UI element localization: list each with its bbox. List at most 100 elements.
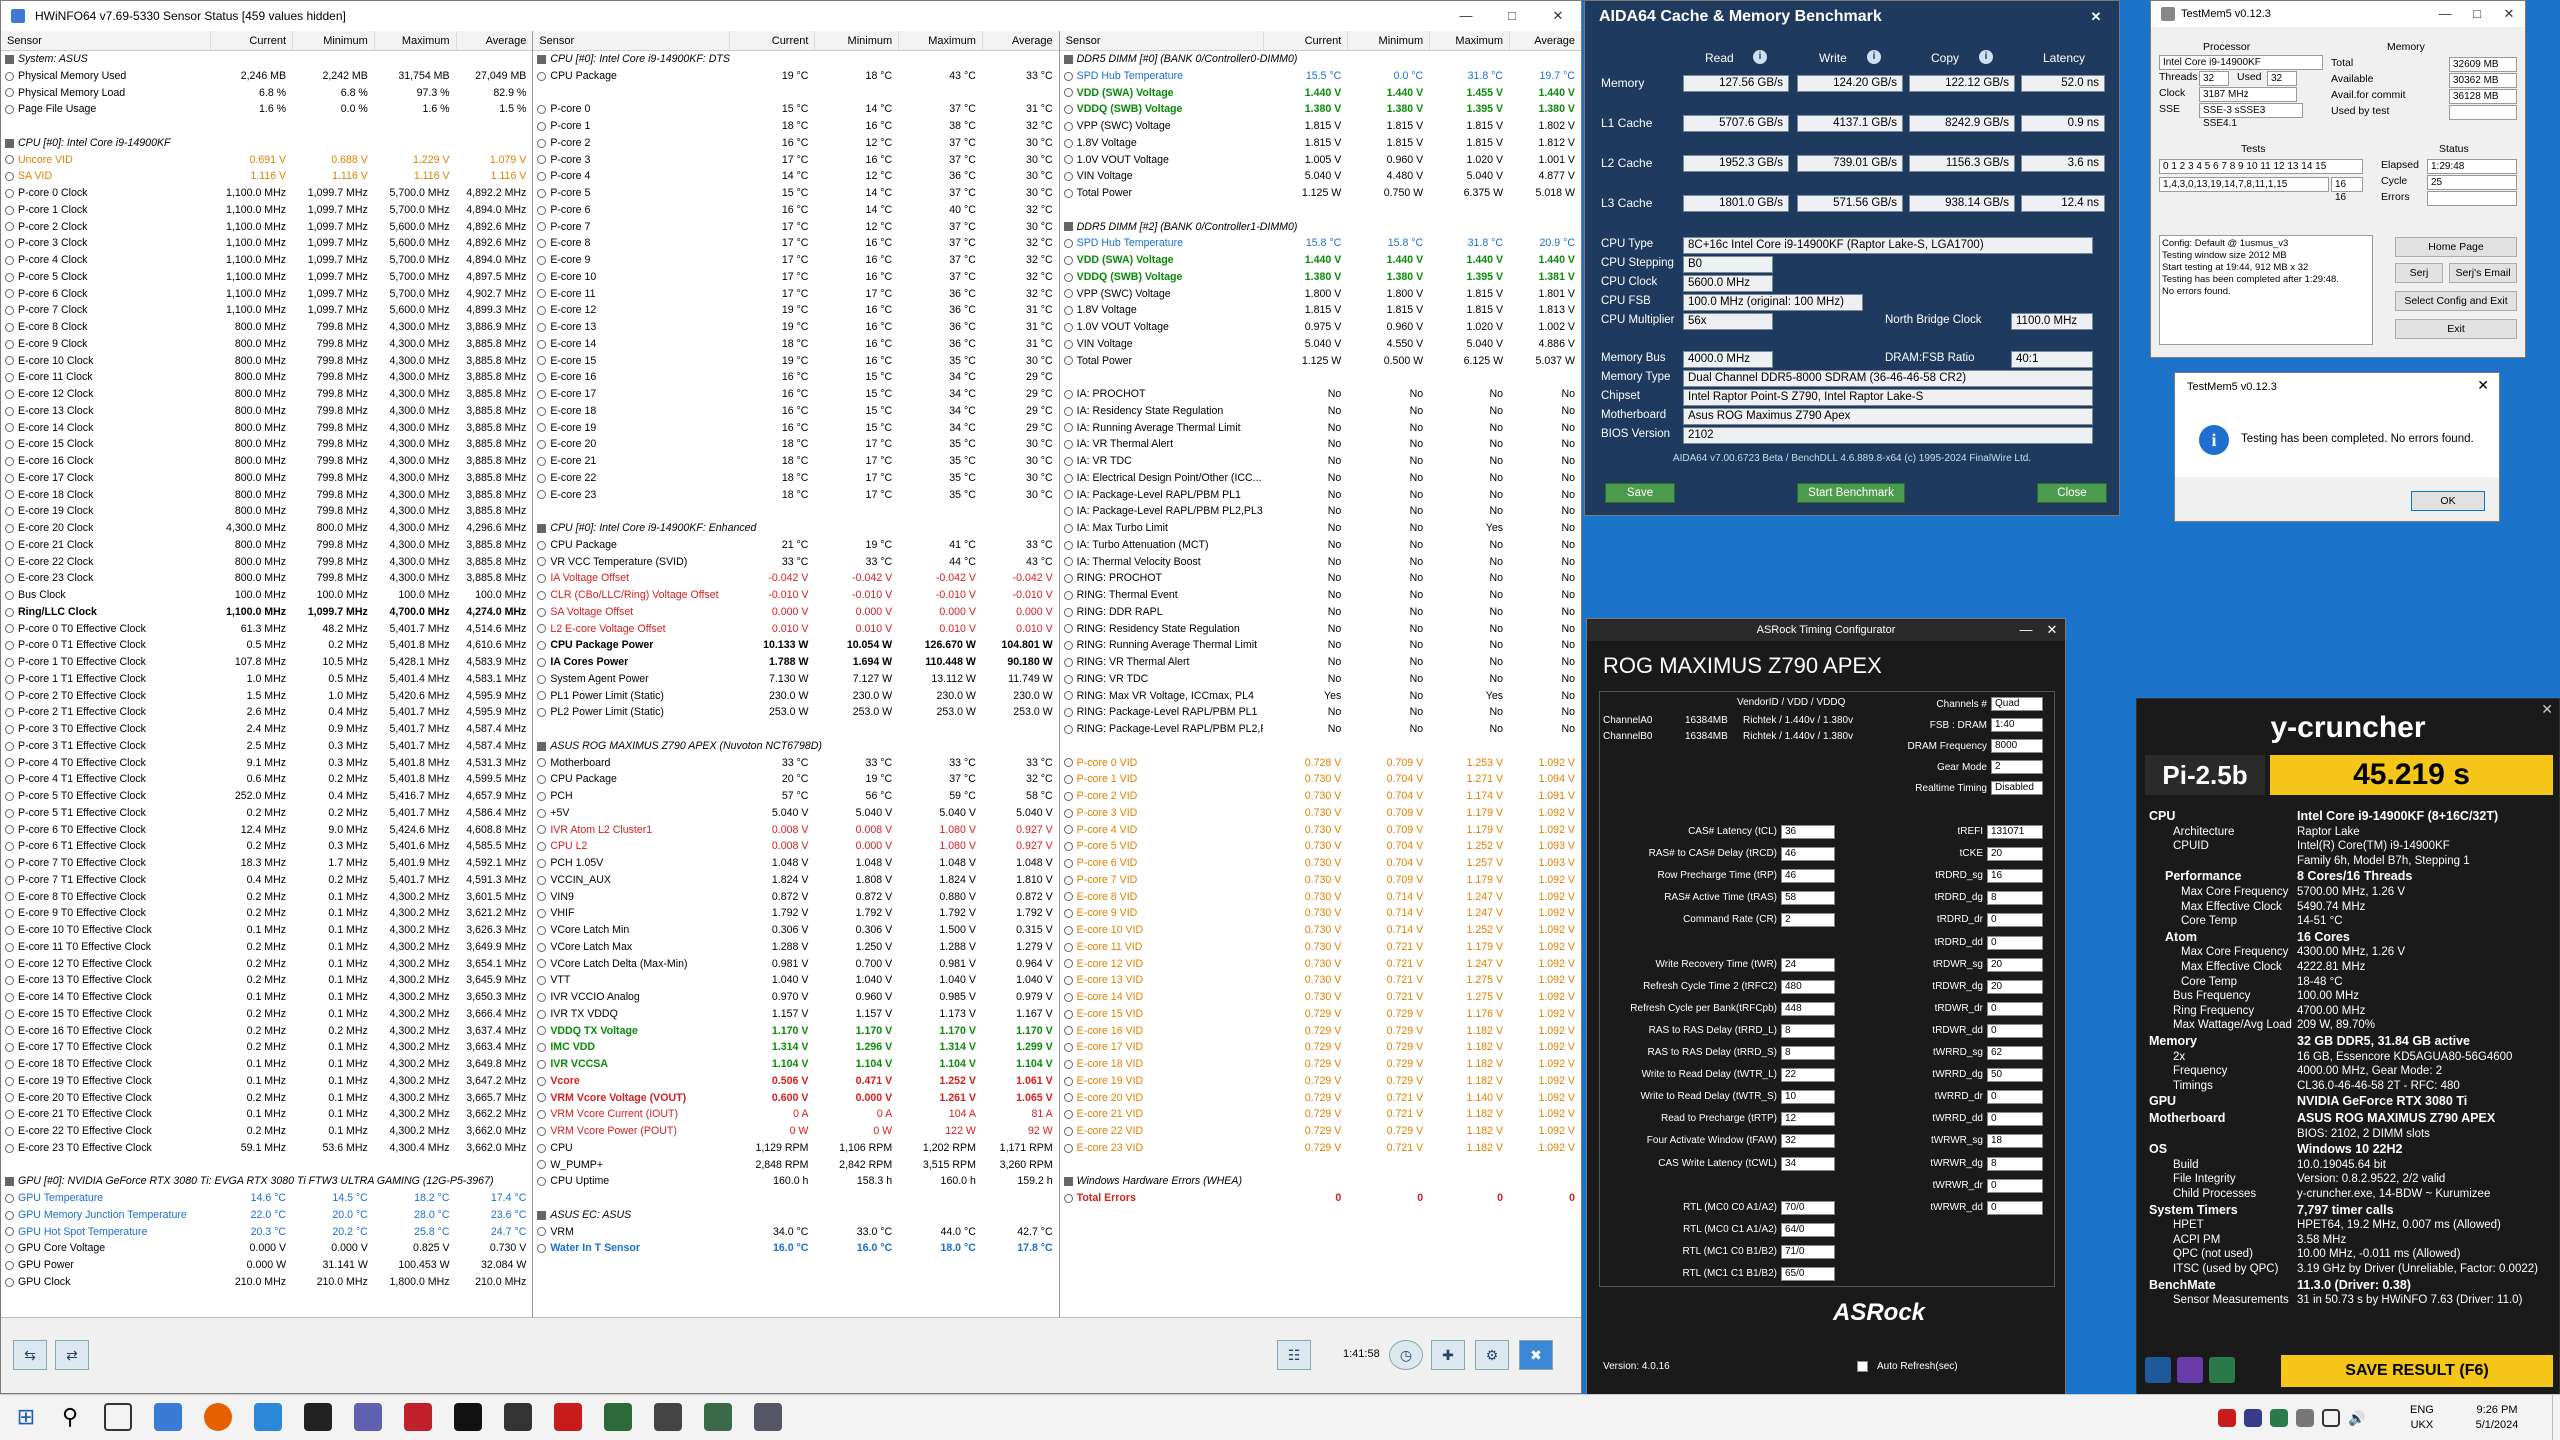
maximize-icon[interactable]: □ [2461, 1, 2493, 27]
sensor-row[interactable]: P-core 6 T1 Effective Clock 0.2 MHz 0.3 MH… [1, 838, 532, 855]
sensor-row[interactable]: IA: Max Turbo Limit No No Yes No [1060, 520, 1581, 537]
column-header[interactable]: Sensor Current Minimum Maximum Average [533, 31, 1059, 51]
close-icon[interactable]: ✕ [1535, 1, 1581, 31]
sensor-row[interactable]: P-core 1 18 °C 16 °C 38 °C 32 °C [533, 118, 1058, 135]
sensor-row[interactable]: E-core 15 T0 Effective Clock 0.2 MHz 0.1 M… [1, 1006, 532, 1023]
info-icon[interactable]: i [1979, 50, 1993, 64]
sensor-row[interactable]: E-core 13 Clock 800.0 MHz 799.8 MHz 4,300.0… [1, 403, 532, 420]
header-minimum[interactable]: Minimum [1347, 31, 1429, 50]
sensor-row[interactable]: P-core 7 T0 Effective Clock 18.3 MHz 1.7 M… [1, 855, 532, 872]
sensor-row[interactable]: Bus Clock 100.0 MHz 100.0 MHz 100.0 MHz 100.… [1, 587, 532, 604]
sensor-row[interactable]: E-core 14 Clock 800.0 MHz 799.8 MHz 4,300.0… [1, 420, 532, 437]
benchmate-icon[interactable] [2145, 1357, 2171, 1383]
aida-titlebar[interactable]: AIDA64 Cache & Memory Benchmark ✕ [1585, 1, 2119, 33]
sensor-row[interactable]: P-core 3 Clock 1,100.0 MHz 1,099.7 MHz 5,60… [1, 235, 532, 252]
network-icon[interactable]: ☷ [1277, 1340, 1311, 1370]
sensor-row[interactable]: E-core 15 VID 0.729 V 0.729 V 1.176 V 1.092 … [1060, 1006, 1581, 1023]
sensor-row[interactable]: IMC VDD 1.314 V 1.296 V 1.314 V 1.299 V [533, 1039, 1058, 1056]
sensor-row[interactable]: P-core 5 VID 0.730 V 0.704 V 1.252 V 1.093 V [1060, 838, 1581, 855]
sensor-row[interactable]: PCH 57 °C 56 °C 59 °C 58 °C [533, 788, 1058, 805]
sensor-row[interactable]: E-core 10 T0 Effective Clock 0.1 MHz 0.1 M… [1, 922, 532, 939]
sensor-row[interactable]: E-core 20 T0 Effective Clock 0.2 MHz 0.1 M… [1, 1090, 532, 1107]
minimize-icon[interactable]: — [2429, 1, 2461, 27]
sensor-row[interactable]: E-core 21 Clock 800.0 MHz 799.8 MHz 4,300.0… [1, 537, 532, 554]
sensor-row[interactable]: P-core 7 Clock 1,100.0 MHz 1,099.7 MHz 5,60… [1, 302, 532, 319]
sensor-row[interactable]: VIN Voltage 5.040 V 4.550 V 5.040 V 4.886 V [1060, 336, 1581, 353]
sensor-row[interactable]: RING: Residency State Regulation No No No No [1060, 621, 1581, 638]
sensor-row[interactable]: GPU Hot Spot Temperature 20.3 °C 20.2 °C 25… [1, 1224, 532, 1241]
header-minimum[interactable]: Minimum [814, 31, 898, 50]
sensor-row[interactable]: VDDQ (SWB) Voltage 1.380 V 1.380 V 1.395 V1… [1060, 101, 1581, 118]
hwinfo-titlebar[interactable]: HWiNFO64 v7.69-5330 Sensor Status [459 v… [1, 1, 1581, 31]
sensor-row[interactable]: VCore Latch Min 0.306 V 0.306 V 1.500 V 0.31… [533, 922, 1058, 939]
sensor-row[interactable]: E-core 18 VID 0.729 V 0.729 V 1.182 V 1.092 … [1060, 1056, 1581, 1073]
sensor-row[interactable]: IA Cores Power 1.788 W 1.694 W 110.448 W 90.… [533, 654, 1058, 671]
sensor-row[interactable]: IA Voltage Offset -0.042 V -0.042 V -0.042 … [533, 570, 1058, 587]
sensor-row[interactable]: E-core 20 Clock 4,300.0 MHz 800.0 MHz 4,300… [1, 520, 532, 537]
sensor-row[interactable]: E-core 21 VID 0.729 V 0.721 V 1.182 V 1.092 … [1060, 1106, 1581, 1123]
sensor-group-header[interactable]: System: ASUS [1, 51, 532, 68]
sensor-row[interactable]: RING: Thermal Event No No No No [1060, 587, 1581, 604]
app-icon[interactable] [254, 1403, 282, 1431]
sensor-row[interactable]: CLR (CBo/LLC/Ring) Voltage Offset -0.010 … [533, 587, 1058, 604]
sensor-row[interactable]: E-core 12 19 °C 16 °C 36 °C 31 °C [533, 302, 1058, 319]
sensor-row[interactable]: CPU 1,129 RPM 1,106 RPM 1,202 RPM 1,171 RPM [533, 1140, 1058, 1157]
sensor-row[interactable]: CPU Uptime 160.0 h 158.3 h 160.0 h 159.2 h [533, 1173, 1058, 1190]
sensor-row[interactable]: P-core 2 T0 Effective Clock 1.5 MHz 1.0 MH… [1, 688, 532, 705]
header-average[interactable]: Average [455, 31, 533, 50]
sensor-row[interactable]: E-core 15 19 °C 16 °C 35 °C 30 °C [533, 353, 1058, 370]
sensor-row[interactable]: Water In T Sensor 16.0 °C 16.0 °C 18.0 °C 17… [533, 1240, 1058, 1257]
save-result-button[interactable]: SAVE RESULT (F6) [2281, 1355, 2553, 1387]
sensor-row[interactable]: 1.0V VOUT Voltage 0.975 V 0.960 V 1.020 V 1.… [1060, 319, 1581, 336]
sensor-row[interactable]: 1.0V VOUT Voltage 1.005 V 0.960 V 1.020 V 1.… [1060, 152, 1581, 169]
sensor-row[interactable]: E-core 21 T0 Effective Clock 0.1 MHz 0.1 M… [1, 1106, 532, 1123]
clock-icon[interactable]: ◷ [1389, 1340, 1423, 1370]
sensor-row[interactable]: P-core 6 16 °C 14 °C 40 °C 32 °C [533, 202, 1058, 219]
start-benchmark-button[interactable]: Start Benchmark [1797, 483, 1905, 503]
sensor-row[interactable]: VDD (SWA) Voltage 1.440 V 1.440 V 1.455 V 1.… [1060, 85, 1581, 102]
sensor-row[interactable]: P-core 7 VID 0.730 V 0.709 V 1.179 V 1.092 V [1060, 872, 1581, 889]
column-header[interactable]: Sensor Current Minimum Maximum Average [1, 31, 533, 51]
aida-close-button[interactable]: Close [2037, 483, 2107, 503]
sensor-row[interactable]: Motherboard 33 °C 33 °C 33 °C 33 °C [533, 755, 1058, 772]
header-maximum[interactable]: Maximum [1429, 31, 1509, 50]
sensor-row[interactable]: RING: PROCHOT No No No No [1060, 570, 1581, 587]
sensor-row[interactable]: VTT 1.040 V 1.040 V 1.040 V 1.040 V [533, 972, 1058, 989]
sensor-row[interactable]: IA: Thermal Velocity Boost No No No No [1060, 554, 1581, 571]
sensor-row[interactable]: CPU L2 0.008 V 0.000 V 1.080 V 0.927 V [533, 838, 1058, 855]
sensor-row[interactable]: CPU Package 20 °C 19 °C 37 °C 32 °C [533, 771, 1058, 788]
sensor-row[interactable]: Physical Memory Load 6.8 % 6.8 % 97.3 % 82.9… [1, 85, 532, 102]
sensor-row[interactable]: P-core 0 Clock 1,100.0 MHz 1,099.7 MHz 5,70… [1, 185, 532, 202]
sensor-row[interactable]: VDDQ (SWB) Voltage 1.380 V 1.380 V 1.395 V1… [1060, 269, 1581, 286]
sensor-row[interactable]: E-core 12 Clock 800.0 MHz 799.8 MHz 4,300.0… [1, 386, 532, 403]
sensor-row[interactable]: E-core 14 T0 Effective Clock 0.1 MHz 0.1 M… [1, 989, 532, 1006]
sensor-row[interactable]: SA VID 1.116 V 1.116 V 1.116 V 1.116 V [1, 168, 532, 185]
sensor-row[interactable]: GPU Clock 210.0 MHz 210.0 MHz 1,800.0 MHz 21… [1, 1274, 532, 1291]
sensor-row[interactable]: IA: VR Thermal Alert No No No No [1060, 436, 1581, 453]
search-icon[interactable]: ⚲ [56, 1403, 84, 1431]
sensor-row[interactable]: IA: Package-Level RAPL/PBM PL2,PL3 No No No… [1060, 503, 1581, 520]
sensor-row[interactable]: E-core 15 Clock 800.0 MHz 799.8 MHz 4,300.0… [1, 436, 532, 453]
sensor-row[interactable]: IA: VR TDC No No No No [1060, 453, 1581, 470]
sensor-row[interactable]: E-core 12 T0 Effective Clock 0.2 MHz 0.1 M… [1, 956, 532, 973]
sensor-row[interactable]: E-core 8 Clock 800.0 MHz 799.8 MHz 4,300.0 … [1, 319, 532, 336]
sensor-row[interactable]: E-core 17 Clock 800.0 MHz 799.8 MHz 4,300.0… [1, 470, 532, 487]
start-icon[interactable]: ⊞ [12, 1403, 40, 1431]
sensor-row[interactable]: VIN9 0.872 V 0.872 V 0.880 V 0.872 V [533, 889, 1058, 906]
app-icon[interactable] [704, 1403, 732, 1431]
sensor-row[interactable]: E-core 20 18 °C 17 °C 35 °C 30 °C [533, 436, 1058, 453]
sensor-row[interactable]: VRM 34.0 °C 33.0 °C 44.0 °C 42.7 °C [533, 1224, 1058, 1241]
sensor-group-header[interactable]: Windows Hardware Errors (WHEA) [1060, 1173, 1581, 1190]
sensor-row[interactable]: E-core 17 16 °C 15 °C 34 °C 29 °C [533, 386, 1058, 403]
header-maximum[interactable]: Maximum [898, 31, 982, 50]
app-icon[interactable] [604, 1403, 632, 1431]
sensor-group-header[interactable]: CPU [#0]: Intel Core i9-14900KF: Enhance… [533, 520, 1058, 537]
sensor-row[interactable]: W_PUMP+ 2,848 RPM 2,842 RPM 3,515 RPM 3,260 … [533, 1157, 1058, 1174]
sensor-row[interactable]: E-core 10 Clock 800.0 MHz 799.8 MHz 4,300.0… [1, 353, 532, 370]
tray-app-icon[interactable] [2296, 1409, 2314, 1427]
sensor-row[interactable]: E-core 11 VID 0.730 V 0.721 V 1.179 V 1.092 … [1060, 939, 1581, 956]
app-icon[interactable] [354, 1403, 382, 1431]
sensor-row[interactable]: E-core 16 Clock 800.0 MHz 799.8 MHz 4,300.0… [1, 453, 532, 470]
app-icon[interactable] [654, 1403, 682, 1431]
select-config-exit-button[interactable]: Select Config and Exit [2395, 291, 2517, 311]
